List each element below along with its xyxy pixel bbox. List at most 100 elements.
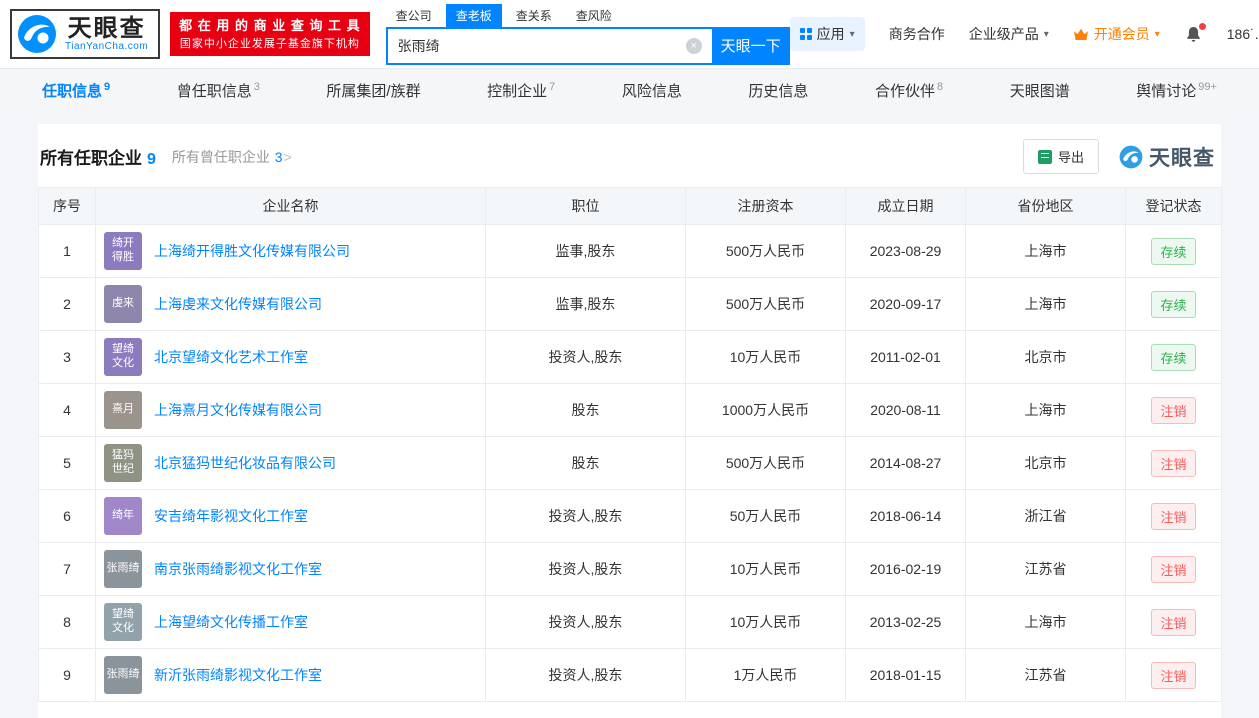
position-cell: 投资人,股东 bbox=[485, 330, 686, 384]
positions-table: 序号 企业名称 职位 注册资本 成立日期 省份地区 登记状态 1 绮开 得胜 上海绮开得胜文… bbox=[38, 187, 1222, 702]
apps-label: 应用 bbox=[816, 26, 845, 42]
nav-tab-label: 风险信息 bbox=[621, 83, 682, 100]
table-row: 8 望绮 文化 上海望绮文化传播工作室 投资人,股东 10万人民币 2013-0… bbox=[38, 595, 1222, 649]
date-cell: 2018-01-15 bbox=[845, 648, 966, 702]
company-cell: 望绮 文化 上海望绮文化传播工作室 bbox=[96, 603, 485, 641]
search-type-tab[interactable]: 查关系 bbox=[506, 4, 562, 27]
nav-tab[interactable]: 天眼图谱 bbox=[1010, 80, 1070, 101]
company-link[interactable]: 新沂张雨绮影视文化工作室 bbox=[154, 665, 322, 685]
search-button[interactable]: 天眼一下 bbox=[711, 26, 790, 65]
status-badge: 注销 bbox=[1151, 608, 1196, 636]
position-cell: 监事,股东 bbox=[485, 277, 686, 331]
column-header: 注册资本 bbox=[685, 187, 846, 225]
table-row: 3 望绮 文化 北京望绮文化艺术工作室 投资人,股东 10万人民币 2011-0… bbox=[38, 330, 1222, 384]
nav-tab-label: 控制企业 bbox=[487, 83, 548, 100]
search-type-tab[interactable]: 查老板 bbox=[445, 3, 502, 27]
date-cell: 2011-02-01 bbox=[845, 330, 966, 384]
crown-icon bbox=[1073, 28, 1089, 41]
search-area: 查公司查老板查关系查风险 × 天眼一下 bbox=[385, 3, 790, 65]
company-link[interactable]: 南京张雨绮影视文化工作室 bbox=[154, 559, 322, 579]
notifications-bell-button[interactable] bbox=[1184, 22, 1206, 44]
nav-tab-label: 曾任职信息 bbox=[176, 83, 252, 100]
row-index: 1 bbox=[38, 224, 96, 278]
capital-cell: 10万人民币 bbox=[685, 595, 846, 649]
excel-export-icon bbox=[1037, 149, 1052, 164]
slogan-badge: 都 在 用 的 商 业 查 询 工 具 国家中小企业发展子基金旗下机构 bbox=[170, 12, 370, 56]
account-phone-menu[interactable]: 186˙... ▾ bbox=[1227, 26, 1259, 42]
business-label: 商务合作 bbox=[888, 26, 945, 42]
nav-tab[interactable]: 风险信息 bbox=[622, 80, 682, 101]
chevron-down-icon: ▾ bbox=[1043, 28, 1049, 40]
capital-cell: 1万人民币 bbox=[685, 648, 846, 702]
company-link[interactable]: 上海绮开得胜文化传媒有限公司 bbox=[154, 241, 350, 261]
nav-tab[interactable]: 控制企业 7 bbox=[487, 80, 555, 101]
company-link[interactable]: 安吉绮年影视文化工作室 bbox=[154, 506, 308, 526]
capital-cell: 10万人民币 bbox=[685, 542, 846, 596]
nav-tab-count: 9 bbox=[104, 81, 111, 93]
date-cell: 2020-09-17 bbox=[845, 277, 966, 331]
column-header: 职位 bbox=[485, 187, 686, 225]
logo-text: 天眼查 bbox=[67, 14, 146, 42]
section-head: 所有任职企业 9 所有曾任职企业 3> 导出 天眼查 bbox=[38, 124, 1221, 187]
status-badge: 注销 bbox=[1151, 555, 1196, 583]
former-positions-link[interactable]: 所有曾任职企业 3> bbox=[172, 147, 292, 167]
business-cooperation-link[interactable]: 商务合作 bbox=[889, 24, 945, 44]
row-index: 9 bbox=[38, 648, 96, 702]
company-logo: 猛犸 世纪 bbox=[104, 444, 142, 482]
search-input-wrap: × bbox=[385, 26, 712, 65]
search-type-tab[interactable]: 查公司 bbox=[386, 4, 442, 27]
section-title-text: 所有任职企业 bbox=[40, 149, 142, 168]
position-cell: 股东 bbox=[485, 383, 686, 437]
search-input[interactable] bbox=[385, 26, 712, 65]
export-button[interactable]: 导出 bbox=[1022, 139, 1099, 174]
watermark-text: 天眼查 bbox=[1149, 146, 1215, 170]
region-cell: 上海市 bbox=[965, 224, 1126, 278]
company-link[interactable]: 北京望绮文化艺术工作室 bbox=[154, 347, 308, 367]
notification-red-dot bbox=[1198, 22, 1206, 30]
nav-tab-label: 所属集团/族群 bbox=[326, 83, 421, 100]
column-header: 序号 bbox=[38, 187, 96, 225]
company-link[interactable]: 上海望绮文化传播工作室 bbox=[154, 612, 308, 632]
positions-card: 所有任职企业 9 所有曾任职企业 3> 导出 天眼查 序号 企业名称 职位 注册… bbox=[38, 124, 1222, 718]
date-cell: 2018-06-14 bbox=[845, 489, 966, 543]
vip-membership-menu[interactable]: 开通会员 ▾ bbox=[1073, 24, 1160, 44]
table-row: 1 绮开 得胜 上海绮开得胜文化传媒有限公司 监事,股东 500万人民币 202… bbox=[38, 224, 1222, 278]
slogan-line1: 都 在 用 的 商 业 查 询 工 具 bbox=[179, 18, 361, 33]
company-link[interactable]: 上海熹月文化传媒有限公司 bbox=[154, 400, 322, 420]
logo-subtext: TianYanCha.com bbox=[65, 41, 149, 53]
column-header: 成立日期 bbox=[845, 187, 966, 225]
nav-tab[interactable]: 任职信息 9 bbox=[42, 80, 110, 101]
capital-cell: 500万人民币 bbox=[685, 277, 846, 331]
nav-tab[interactable]: 舆情讨论 99+ bbox=[1136, 80, 1217, 101]
date-cell: 2023-08-29 bbox=[845, 224, 966, 278]
row-index: 2 bbox=[38, 277, 96, 331]
clear-search-icon[interactable]: × bbox=[685, 37, 702, 54]
company-cell: 熹月 上海熹月文化传媒有限公司 bbox=[96, 391, 485, 429]
apps-menu-button[interactable]: 应用 ▾ bbox=[789, 17, 865, 51]
tianyancha-logo[interactable]: 天眼查 TianYanCha.com bbox=[10, 9, 161, 59]
position-cell: 股东 bbox=[485, 436, 686, 490]
nav-tab[interactable]: 所属集团/族群 bbox=[326, 80, 420, 101]
section-subtitle-count: 3 bbox=[274, 148, 283, 165]
nav-tabs: 任职信息 9 曾任职信息 3 所属集团/族群 控制企业 7 风险信息 历史信息 合作伙伴 8 天眼图谱… bbox=[0, 68, 1259, 112]
position-cell: 投资人,股东 bbox=[485, 489, 686, 543]
slogan-line2: 国家中小企业发展子基金旗下机构 bbox=[179, 37, 360, 50]
company-logo: 绮年 bbox=[104, 497, 142, 535]
column-header: 企业名称 bbox=[95, 187, 486, 225]
nav-tab[interactable]: 历史信息 bbox=[748, 80, 808, 101]
search-type-tab[interactable]: 查风险 bbox=[566, 4, 622, 27]
company-cell: 虔来 上海虔来文化传媒有限公司 bbox=[96, 285, 485, 323]
nav-tab[interactable]: 合作伙伴 8 bbox=[875, 80, 943, 101]
capital-cell: 1000万人民币 bbox=[685, 383, 846, 437]
section-subtitle-text: 所有曾任职企业 bbox=[171, 148, 270, 165]
company-cell: 猛犸 世纪 北京猛犸世纪化妆品有限公司 bbox=[96, 444, 485, 482]
chevron-right-icon: > bbox=[283, 148, 292, 165]
nav-tab[interactable]: 曾任职信息 3 bbox=[177, 80, 260, 101]
section-title-count: 9 bbox=[147, 151, 156, 168]
enterprise-products-menu[interactable]: 企业级产品 ▾ bbox=[969, 24, 1049, 44]
company-link[interactable]: 上海虔来文化传媒有限公司 bbox=[154, 294, 322, 314]
region-cell: 上海市 bbox=[965, 595, 1126, 649]
table-row: 6 绮年 安吉绮年影视文化工作室 投资人,股东 50万人民币 2018-06-1… bbox=[38, 489, 1222, 543]
company-link[interactable]: 北京猛犸世纪化妆品有限公司 bbox=[154, 453, 336, 473]
capital-cell: 500万人民币 bbox=[685, 436, 846, 490]
